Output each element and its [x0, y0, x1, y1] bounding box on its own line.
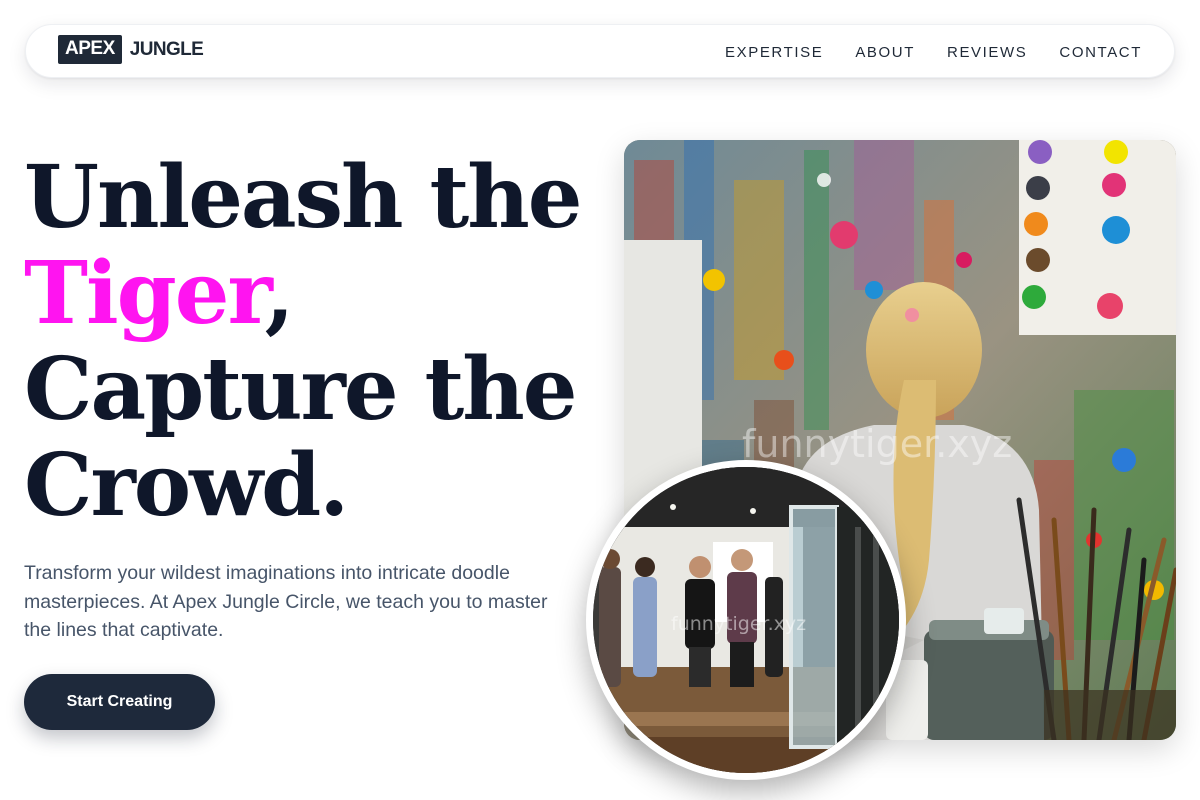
- navbar: APEX JUNGLE EXPERTISE ABOUT REVIEWS CONT…: [25, 24, 1175, 78]
- headline-comma: ,: [264, 243, 295, 344]
- headline-line-3: Capture the: [24, 339, 578, 440]
- start-creating-button[interactable]: Start Creating: [24, 674, 215, 730]
- headline-line-1: Unleash the: [24, 147, 582, 248]
- nav-link-contact[interactable]: CONTACT: [1059, 44, 1142, 61]
- gallery-image-watermark: funnytiger.xyz: [671, 613, 807, 635]
- nav-link-reviews[interactable]: REVIEWS: [947, 44, 1027, 61]
- hero-headline: Unleash the Tiger, Capture the Crowd.: [24, 150, 604, 534]
- headline-line-2: Tiger,: [24, 246, 604, 342]
- nav-link-about[interactable]: ABOUT: [855, 44, 915, 61]
- brand-logo-box: APEX: [58, 35, 122, 64]
- nav-menu: EXPERTISE ABOUT REVIEWS CONTACT: [725, 25, 1142, 79]
- studio-image-watermark: funnytiger.xyz: [742, 422, 1013, 466]
- hero-image-gallery-round: funnytiger.xyz: [586, 460, 906, 780]
- brand-logo[interactable]: APEX JUNGLE: [58, 35, 204, 64]
- hero-subtitle: Transform your wildest imaginations into…: [24, 562, 548, 641]
- headline-line-4: Crowd.: [24, 435, 349, 536]
- headline-accent-word: Tiger: [24, 243, 267, 344]
- nav-link-expertise[interactable]: EXPERTISE: [725, 44, 823, 61]
- brand-logo-word: JUNGLE: [129, 38, 204, 60]
